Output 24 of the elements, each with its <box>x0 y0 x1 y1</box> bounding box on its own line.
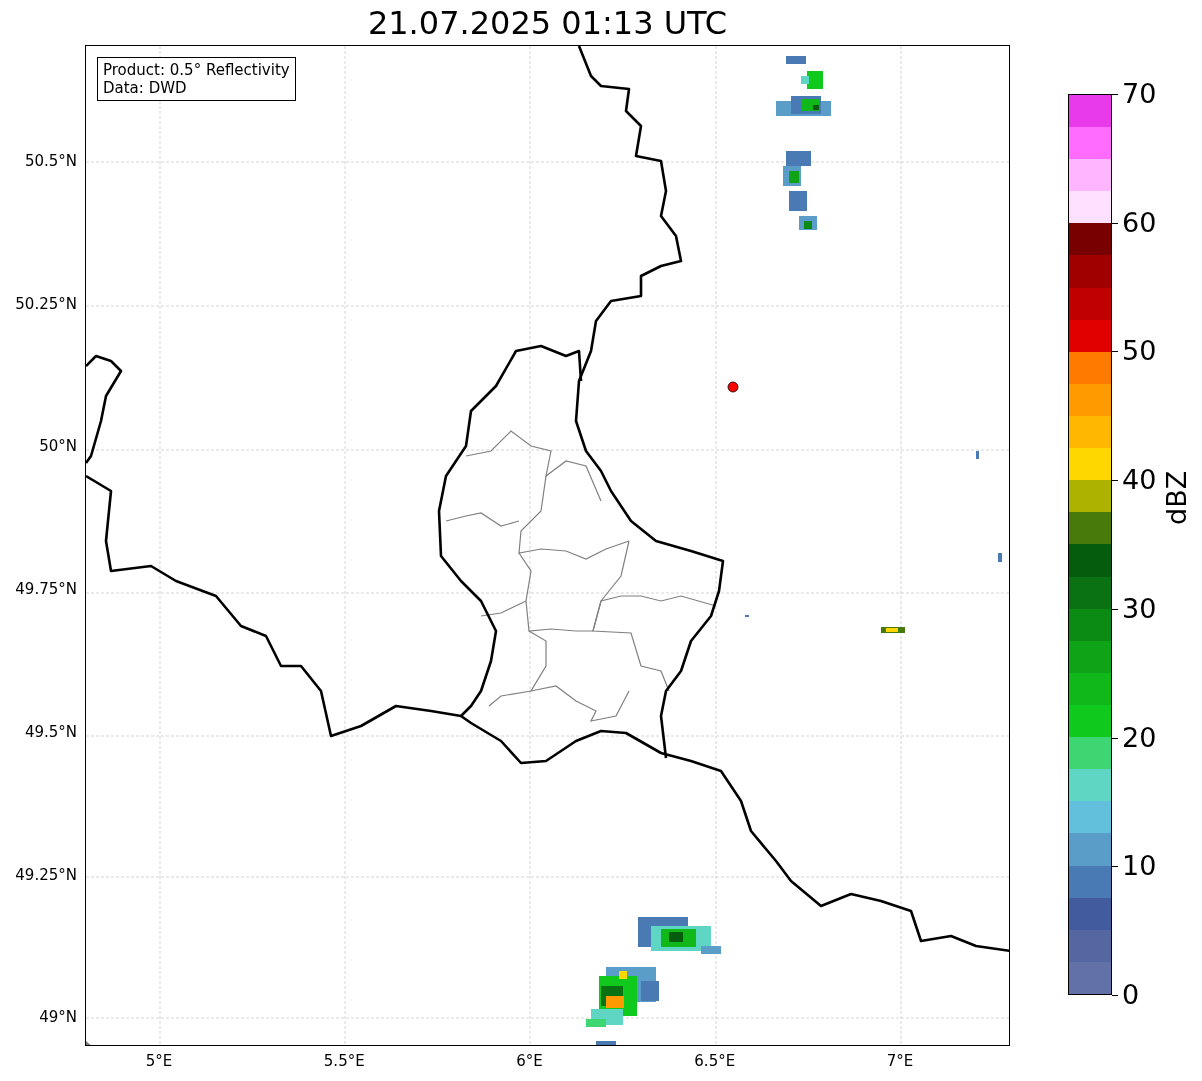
latitude-label: 49.25°N <box>15 865 77 884</box>
longitude-label: 6.5°E <box>694 1052 736 1070</box>
legend-text: Data: DWD <box>103 79 188 97</box>
latitude-label: 50°N <box>39 437 77 456</box>
colorbar-tick-label: 30 <box>1122 593 1157 624</box>
latitude-label: 50.5°N <box>24 152 77 170</box>
longitude-label: 6°E <box>516 1052 543 1070</box>
longitude-label: 7°E <box>886 1052 914 1070</box>
colorbar-tick-label: 40 <box>1122 465 1157 496</box>
colorbar-tick-label: 60 <box>1122 207 1157 238</box>
colorbar-tick-label: 70 <box>1122 79 1157 109</box>
chart-title: 21.07.2025 01:13 UTC <box>367 6 728 39</box>
longitude-label: 5.5°E <box>323 1052 365 1070</box>
longitude-label: 5°E <box>145 1052 173 1070</box>
latitude-label: 49°N <box>39 1008 77 1027</box>
colorbar-tick-label: 10 <box>1122 851 1157 882</box>
colorbar-label: dBZ <box>1162 470 1192 525</box>
latitude-label: 49.75°N <box>15 580 77 599</box>
colorbar-tick-label: 0 <box>1122 980 1140 1010</box>
colorbar-tick-label: 20 <box>1122 722 1157 753</box>
latitude-label: 49.5°N <box>24 722 77 741</box>
latitude-label: 50.25°N <box>15 294 77 313</box>
legend-text: Product: 0.5° Reflectivity <box>103 61 290 79</box>
colorbar-tick-label: 50 <box>1122 336 1157 367</box>
